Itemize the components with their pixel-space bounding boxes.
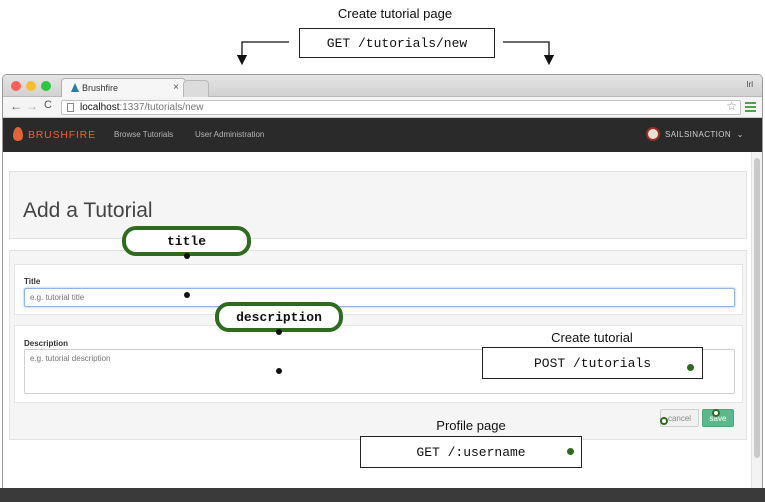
window-bottom-bar (0, 488, 765, 502)
url-path: :1337/tutorials/new (119, 102, 204, 113)
heading-panel: Add a Tutorial (9, 171, 747, 239)
close-window-button[interactable] (11, 81, 21, 91)
url-host: localhost (80, 102, 120, 113)
create-tutorial-route-box: POST /tutorials (482, 347, 703, 379)
arrow-left (236, 41, 289, 66)
arrow-right (503, 41, 555, 66)
page-icon (67, 103, 74, 112)
create-page-caption: Create tutorial page (337, 6, 453, 21)
profile-page-caption: Profile page (436, 418, 506, 433)
browser-tab[interactable]: Brushfire × (61, 78, 186, 97)
create-page-route: GET /tutorials/new (326, 35, 468, 51)
window-label: lrl (746, 80, 753, 89)
user-menu[interactable]: SAILSINACTION ⌄ (665, 130, 744, 139)
tab-bar: Brushfire × lrl (3, 75, 762, 97)
create-tutorial-marker (687, 364, 694, 371)
page-title: Add a Tutorial (23, 199, 153, 222)
title-label: Title (24, 277, 41, 286)
brand-logo[interactable]: BRUSHFIRE (28, 129, 96, 141)
flame-icon (13, 127, 23, 141)
minimize-window-button[interactable] (26, 81, 36, 91)
profile-page-marker (567, 448, 574, 455)
title-pill: title (122, 226, 251, 256)
create-page-route-box: GET /tutorials/new (299, 28, 495, 58)
save-button-marker (712, 409, 720, 417)
cancel-button-marker (660, 417, 668, 425)
menu-icon[interactable] (745, 102, 756, 112)
browser-toolbar: ← → C localhost:1337/tutorials/new ☆ (3, 97, 762, 118)
title-input-marker (184, 292, 190, 298)
description-pill: description (215, 302, 343, 332)
tab-favicon-icon (71, 83, 79, 92)
title-marker (184, 253, 190, 259)
create-tutorial-route: POST /tutorials (533, 355, 652, 371)
chevron-down-icon: ⌄ (736, 130, 744, 139)
tab-title: Brushfire (82, 83, 119, 93)
description-pill-marker (276, 329, 282, 335)
title-section: Title (14, 264, 743, 315)
back-arrow-icon[interactable]: ← (10, 99, 22, 113)
forward-arrow-icon[interactable]: → (26, 99, 38, 113)
maximize-window-button[interactable] (41, 81, 51, 91)
profile-page-route-box: GET /:username (360, 436, 582, 468)
tab-close-icon[interactable]: × (173, 82, 179, 93)
reload-icon[interactable]: C (44, 99, 52, 111)
app-navbar: BRUSHFIRE Browse Tutorials User Administ… (3, 118, 762, 152)
profile-page-route: GET /:username (416, 444, 526, 460)
description-label: Description (24, 339, 69, 348)
description-textarea-marker (276, 368, 282, 374)
scrollbar-thumb[interactable] (754, 158, 760, 458)
new-tab-button[interactable] (183, 80, 209, 97)
bookmark-star-icon[interactable]: ☆ (726, 100, 737, 113)
nav-link-browse-tutorials[interactable]: Browse Tutorials (114, 130, 173, 139)
title-input[interactable] (24, 288, 735, 307)
nav-link-user-administration[interactable]: User Administration (195, 130, 264, 139)
scrollbar[interactable] (751, 152, 762, 499)
form-panel: Title Description cancel save (9, 250, 747, 440)
create-tutorial-caption: Create tutorial (551, 330, 633, 345)
username-label: SAILSINACTION (665, 130, 732, 139)
url-bar[interactable]: localhost:1337/tutorials/new ☆ (61, 100, 741, 115)
avatar[interactable] (646, 127, 660, 141)
